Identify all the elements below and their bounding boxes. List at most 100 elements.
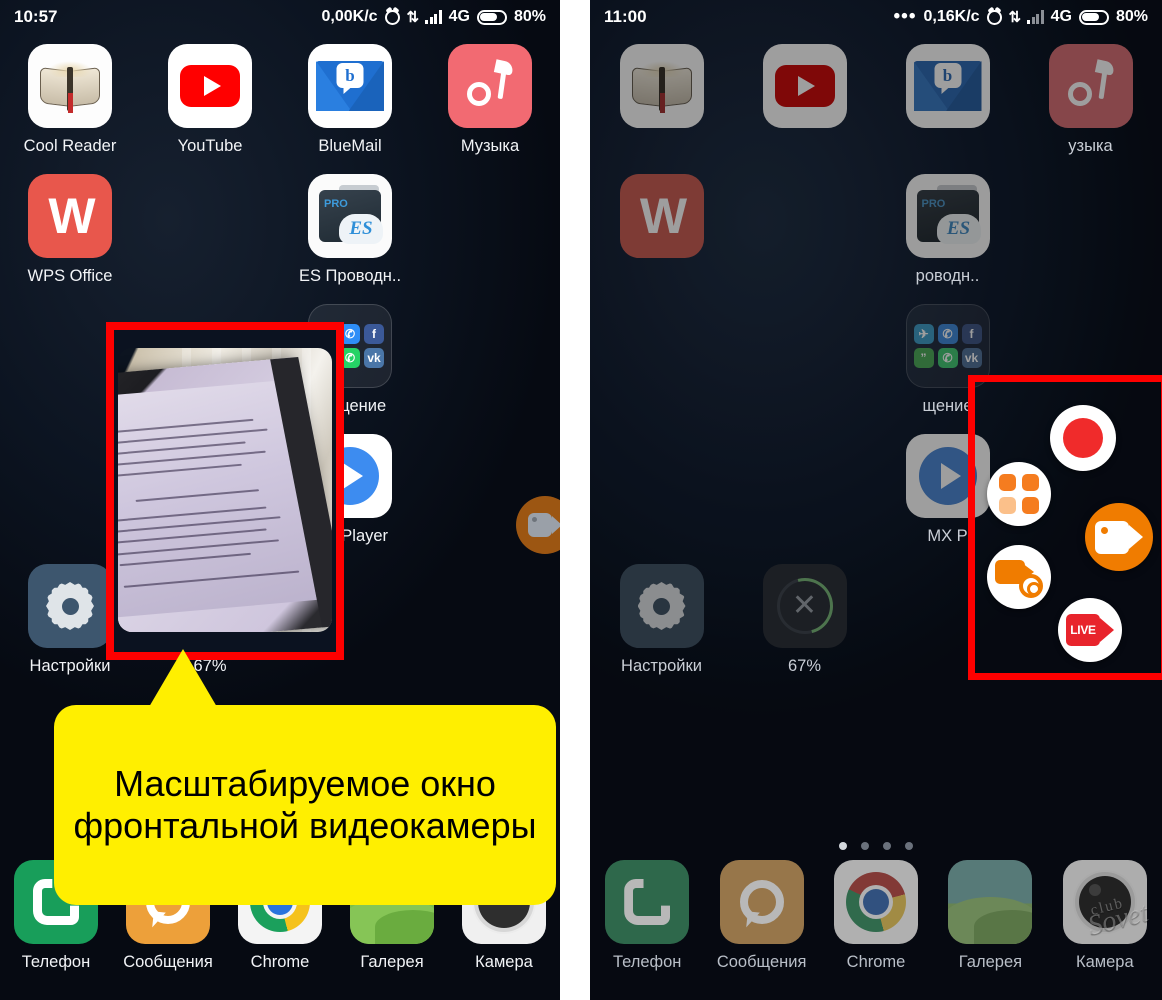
network-type: 4G — [1050, 8, 1072, 25]
app-label: YouTube — [177, 137, 243, 155]
apps-grid-icon — [999, 474, 1039, 514]
dock-item-gallery[interactable]: Галерея — [933, 860, 1047, 990]
page-indicator — [590, 842, 1162, 850]
callout-tail — [149, 649, 217, 707]
dock-item-camera[interactable]: Камера — [1048, 860, 1162, 990]
dock-label: Галерея — [360, 953, 424, 971]
app-es-explorer[interactable]: PRO ES ES Проводн.. — [280, 174, 420, 304]
battery-icon — [1078, 9, 1109, 25]
battery-percent: 80% — [1115, 8, 1148, 25]
dock-label: Камера — [1075, 953, 1134, 971]
phone-icon — [605, 860, 690, 944]
dock-item-chrome[interactable]: Chrome — [819, 860, 933, 990]
camera-preview-image — [118, 348, 332, 632]
app-label: Настройки — [621, 657, 702, 675]
dock-item-messages[interactable]: Сообщения — [704, 860, 818, 990]
record-red-dot-button[interactable] — [1050, 405, 1116, 471]
callout-camera-window: Масштабируемое окно фронтальной видеокам… — [54, 649, 556, 905]
youtube-icon — [762, 44, 847, 128]
app-label: 67% — [787, 657, 822, 675]
wps-office-icon: W — [619, 174, 704, 258]
live-broadcast-button[interactable]: LIVE — [1058, 598, 1122, 662]
app-label: WPS Office — [27, 267, 113, 285]
laptop-in-frame — [118, 357, 332, 632]
dock-label: Chrome — [846, 953, 906, 971]
app-wps-office[interactable]: W WPS Office — [0, 174, 140, 304]
dock-label: Телефон — [612, 953, 682, 971]
app-label: Музыка — [460, 137, 520, 155]
es-explorer-icon: PRO ES — [905, 174, 990, 258]
alarm-clock-icon — [986, 9, 1002, 25]
dock-label: Chrome — [250, 953, 310, 971]
record-dot-icon — [1063, 418, 1103, 458]
app-cool-reader[interactable] — [590, 44, 733, 174]
signal-bars-icon — [1027, 10, 1044, 24]
app-row: W PRO ES роводн.. — [590, 174, 1162, 304]
settings-gear-icon — [28, 564, 112, 648]
app-label: Cool Reader — [23, 137, 117, 155]
app-settings[interactable]: Настройки — [590, 564, 733, 694]
dock-label: Сообщения — [123, 953, 213, 971]
cool-reader-icon — [619, 44, 704, 128]
app-youtube[interactable]: YouTube — [140, 44, 280, 174]
app-battery-cleaner[interactable]: ✕ 67% — [733, 564, 876, 694]
dock-label: Галерея — [958, 953, 1023, 971]
signal-bars-icon — [425, 10, 442, 24]
facebook-mini-icon: f — [961, 324, 982, 344]
gallery-icon — [948, 860, 1033, 944]
music-icon — [448, 44, 532, 128]
alarm-clock-icon — [384, 9, 400, 25]
app-es-explorer[interactable]: PRO ES роводн.. — [876, 174, 1019, 304]
data-transfer-icon: ⇅ — [406, 9, 420, 26]
telegram-mini-icon: ✈ — [913, 324, 934, 344]
vk-mini-icon: vk — [961, 348, 982, 368]
app-cool-reader[interactable]: Cool Reader — [0, 44, 140, 174]
app-music[interactable]: Музыка — [420, 44, 560, 174]
app-youtube[interactable] — [733, 44, 876, 174]
front-camera-preview-window[interactable] — [106, 322, 344, 660]
network-type: 4G — [448, 8, 470, 25]
status-bar: 10:57 0,00K/c ⇅ 4G 80% — [0, 0, 560, 34]
camera-settings-button[interactable] — [987, 545, 1051, 609]
bluemail-icon: b — [905, 44, 990, 128]
app-label: узыка — [1068, 137, 1113, 155]
cool-reader-icon — [28, 44, 112, 128]
callout-text: Масштабируемое окно фронтальной видеокам… — [73, 762, 537, 846]
page-dot[interactable] — [861, 842, 869, 850]
music-icon — [1048, 44, 1133, 128]
camera-icon — [1062, 860, 1147, 944]
video-camera-icon — [1095, 520, 1143, 554]
page-dot[interactable] — [883, 842, 891, 850]
messenger-mini-icon: ✆ — [937, 324, 958, 344]
app-label: Настройки — [29, 657, 111, 675]
bluemail-icon: b — [308, 44, 392, 128]
settings-gear-icon — [619, 564, 704, 648]
status-time: 11:00 — [604, 7, 647, 26]
app-bluemail[interactable]: b — [876, 44, 1019, 174]
app-music[interactable]: узыка — [1019, 44, 1162, 174]
facebook-mini-icon: f — [364, 324, 384, 344]
camera-settings-icon — [995, 558, 1043, 598]
folder-label: щение — [922, 397, 973, 415]
status-time: 10:57 — [14, 7, 58, 26]
live-broadcast-icon: LIVE — [1066, 614, 1114, 646]
video-camera-button[interactable] — [1085, 503, 1153, 571]
app-wps-office[interactable]: W — [590, 174, 733, 304]
status-bar: 11:00 ••• 0,16K/c ⇅ 4G 80% — [590, 0, 1162, 34]
page-dot-active[interactable] — [839, 842, 847, 850]
whatsapp-mini-icon: ✆ — [937, 348, 958, 368]
data-transfer-icon: ⇅ — [1008, 9, 1022, 26]
page-dot[interactable] — [905, 842, 913, 850]
network-speed: 0,16K/c — [923, 8, 980, 25]
dock-label: Сообщения — [716, 953, 807, 971]
apps-grid-button[interactable] — [987, 462, 1051, 526]
notification-dots-icon: ••• — [893, 6, 917, 27]
battery-cleaner-icon: ✕ — [762, 564, 847, 648]
dock-item-phone[interactable]: Телефон — [590, 860, 704, 990]
app-row: b узыка — [590, 44, 1162, 174]
app-bluemail[interactable]: b BlueMail — [280, 44, 420, 174]
app-label: BlueMail — [318, 137, 382, 155]
battery-percent: 80% — [513, 8, 546, 25]
dock: Телефон Сообщения Chrome Галерея Камера — [590, 860, 1162, 990]
network-speed: 0,00K/c — [321, 8, 378, 25]
